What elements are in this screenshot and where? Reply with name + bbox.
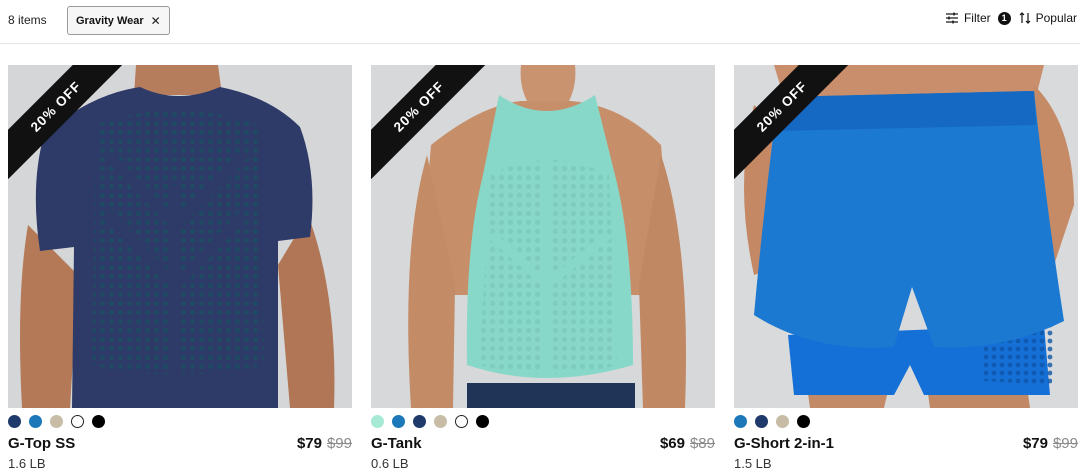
sort-arrows-icon [1019, 12, 1031, 24]
product-weight: 1.5 LB [734, 456, 772, 471]
toolbar-actions: Filter 1 Popular [945, 11, 1077, 25]
sale-price: $79 [1022, 435, 1048, 452]
color-swatch[interactable] [92, 415, 105, 428]
color-swatch[interactable] [71, 415, 84, 428]
product-image[interactable]: 20% OFF [8, 65, 352, 408]
color-swatch[interactable] [371, 415, 384, 428]
product-card[interactable]: 20% OFF G-Short 2-in-1 $79 $99 1.5 LB [734, 65, 1078, 471]
color-swatch[interactable] [413, 415, 426, 428]
sort-button[interactable]: Popular [1019, 11, 1077, 25]
item-count: 8 items [8, 13, 47, 27]
color-swatch[interactable] [8, 415, 21, 428]
sort-label: Popular [1035, 11, 1077, 25]
product-card[interactable]: 20% OFF G-Top SS $79 $99 1.6 LB [8, 65, 352, 471]
sale-price: $79 [296, 435, 322, 452]
close-icon[interactable]: ✕ [151, 15, 161, 27]
color-swatches [734, 415, 1078, 428]
original-price: $99 [326, 435, 352, 452]
toolbar: 8 items Gravity Wear ✕ Filter 1 Popular [0, 0, 1080, 44]
product-name[interactable]: G-Short 2-in-1 [734, 435, 834, 452]
product-name[interactable]: G-Top SS [8, 435, 75, 452]
color-swatches [8, 415, 352, 428]
original-price: $89 [689, 435, 715, 452]
product-image[interactable]: 20% OFF [734, 65, 1078, 408]
color-swatch[interactable] [476, 415, 489, 428]
product-image[interactable]: 20% OFF [371, 65, 715, 408]
sliders-icon [945, 12, 958, 24]
color-swatch[interactable] [755, 415, 768, 428]
color-swatch[interactable] [776, 415, 789, 428]
filter-button[interactable]: Filter 1 [945, 11, 1011, 25]
sale-price: $69 [659, 435, 685, 452]
filter-count-badge: 1 [997, 11, 1011, 25]
filter-label: Filter [963, 11, 991, 25]
color-swatch[interactable] [455, 415, 468, 428]
color-swatch[interactable] [392, 415, 405, 428]
color-swatch[interactable] [434, 415, 447, 428]
product-weight: 1.6 LB [8, 456, 46, 471]
color-swatch[interactable] [50, 415, 63, 428]
product-weight: 0.6 LB [371, 456, 409, 471]
original-price: $99 [1052, 435, 1078, 452]
active-filter-label: Gravity Wear [76, 14, 144, 27]
color-swatch[interactable] [29, 415, 42, 428]
color-swatches [371, 415, 715, 428]
product-name[interactable]: G-Tank [371, 435, 422, 452]
color-swatch[interactable] [797, 415, 810, 428]
product-card[interactable]: 20% OFF G-Tank $69 $89 0.6 LB [371, 65, 715, 471]
active-filter-chip[interactable]: Gravity Wear ✕ [67, 6, 170, 35]
color-swatch[interactable] [734, 415, 747, 428]
